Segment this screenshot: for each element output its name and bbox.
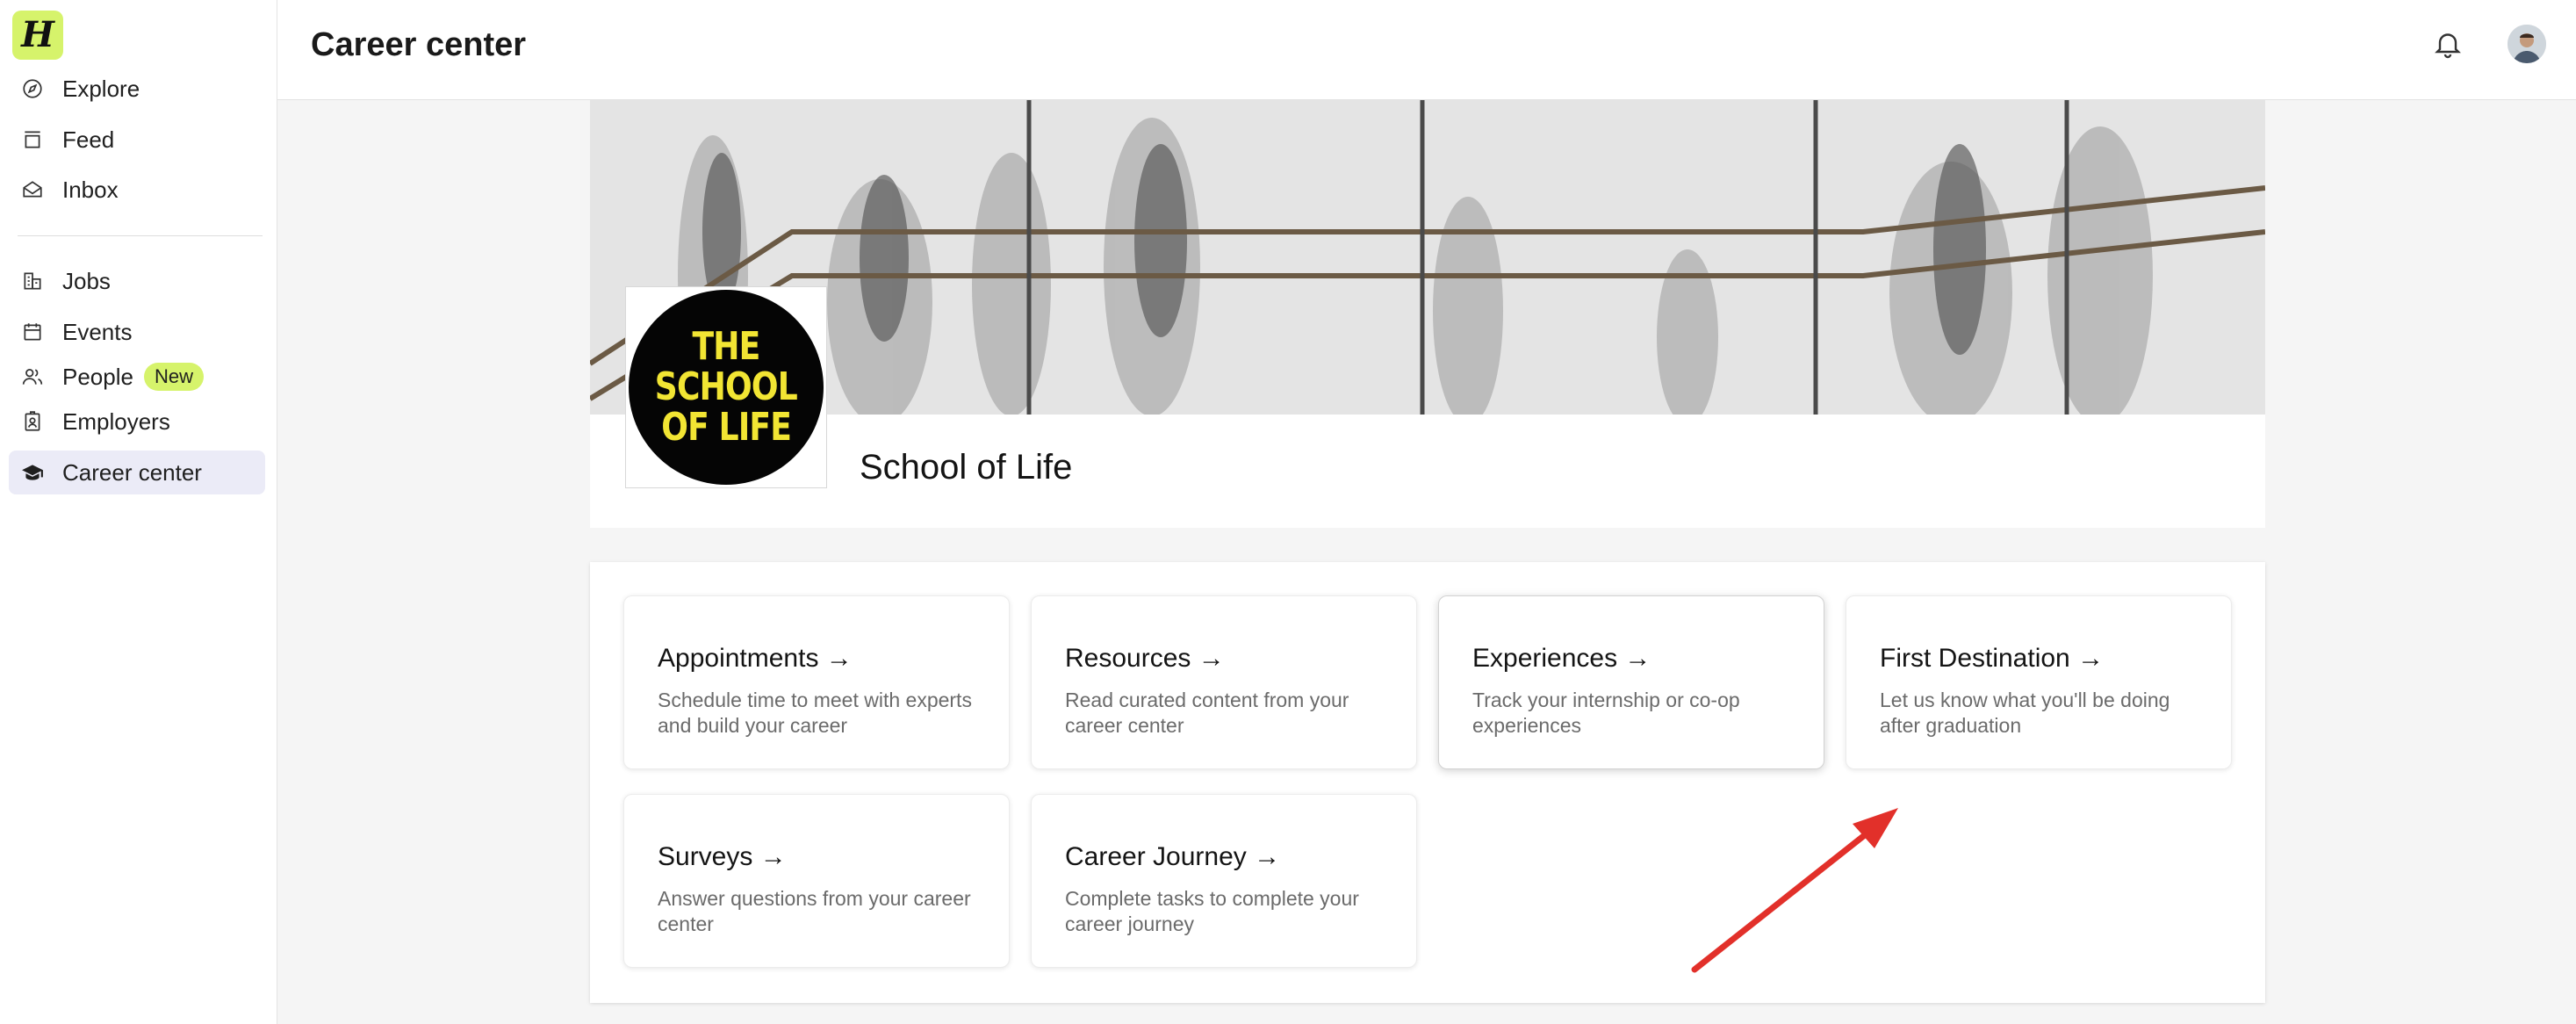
career-journey-card[interactable]: Career Journey → Complete tasks to compl… <box>1031 794 1417 968</box>
card-description: Read curated content from your career ce… <box>1065 689 1349 737</box>
sidebar-divider <box>18 235 263 236</box>
card-title: Resources → <box>1065 644 1225 673</box>
school-logo: THE SCHOOL OF LIFE <box>625 286 827 488</box>
sidebar-item-career-center[interactable]: Career center <box>9 451 265 494</box>
sidebar-item-label: Feed <box>62 126 115 153</box>
sidebar-item-label: Career center <box>62 458 202 486</box>
sidebar-item-label: Inbox <box>62 176 119 203</box>
sidebar-item-people[interactable]: People New <box>9 355 265 399</box>
top-header: Career center <box>277 0 2576 100</box>
building-icon <box>20 269 45 293</box>
avatar[interactable] <box>2508 25 2546 63</box>
new-badge: New <box>143 363 204 391</box>
cover-banner-image <box>590 100 2265 415</box>
sidebar-item-events[interactable]: Events <box>9 310 265 354</box>
calendar-icon <box>20 320 45 344</box>
sidebar-item-label: Explore <box>62 75 140 102</box>
card-title: Career Journey → <box>1065 842 1281 871</box>
card-title: Surveys → <box>658 842 787 871</box>
sidebar-item-explore[interactable]: Explore <box>9 67 265 111</box>
resources-card[interactable]: Resources → Read curated content from yo… <box>1031 595 1417 769</box>
feed-icon <box>20 127 45 152</box>
logo-letter: H <box>21 14 54 55</box>
sidebar-item-feed[interactable]: Feed <box>9 118 265 162</box>
logo-line: OF LIFE <box>661 405 792 450</box>
card-title: Appointments → <box>658 644 853 673</box>
appointments-card[interactable]: Appointments → Schedule time to meet wit… <box>623 595 1010 769</box>
surveys-card[interactable]: Surveys → Answer questions from your car… <box>623 794 1010 968</box>
inbox-icon <box>20 177 45 202</box>
bell-icon[interactable] <box>2432 26 2464 61</box>
sidebar-item-inbox[interactable]: Inbox <box>9 168 265 212</box>
card-description: Track your internship or co-op experienc… <box>1472 689 1740 737</box>
school-logo-badge: THE SCHOOL OF LIFE <box>629 290 824 485</box>
people-icon <box>20 364 45 389</box>
sidebar-item-label: Events <box>62 318 133 345</box>
experiences-card[interactable]: Experiences → Track your internship or c… <box>1438 595 1824 769</box>
graduation-cap-icon <box>20 460 45 485</box>
card-description: Let us know what you'll be doing after g… <box>1880 689 2170 737</box>
employer-badge-icon <box>20 409 45 434</box>
card-description: Schedule time to meet with experts and b… <box>658 689 972 737</box>
sidebar-item-employers[interactable]: Employers <box>9 400 265 443</box>
app-logo[interactable]: H <box>12 11 63 60</box>
career-services-panel: Appointments → Schedule time to meet wit… <box>590 562 2265 1003</box>
annotation-arrow-icon <box>1691 808 1898 973</box>
sidebar-item-label: Employers <box>62 407 170 435</box>
sidebar: H Explore Feed Inbox Jobs Events People … <box>0 0 277 1024</box>
first-destination-card[interactable]: First Destination → Let us know what you… <box>1846 595 2232 769</box>
sidebar-item-jobs[interactable]: Jobs <box>9 259 265 303</box>
card-title: Experiences → <box>1472 644 1651 673</box>
sidebar-item-label: Jobs <box>62 267 111 294</box>
compass-icon <box>20 76 45 101</box>
school-name: School of Life <box>860 448 1073 487</box>
sidebar-item-label: People <box>62 363 133 390</box>
school-profile-card: THE SCHOOL OF LIFE School of Life <box>590 100 2265 528</box>
card-description: Complete tasks to complete your career j… <box>1065 887 1359 935</box>
logo-line: THE <box>692 324 760 369</box>
card-description: Answer questions from your career center <box>658 887 971 935</box>
card-title: First Destination → <box>1880 644 2105 673</box>
logo-line: SCHOOL <box>654 364 798 409</box>
page-title: Career center <box>311 26 527 63</box>
